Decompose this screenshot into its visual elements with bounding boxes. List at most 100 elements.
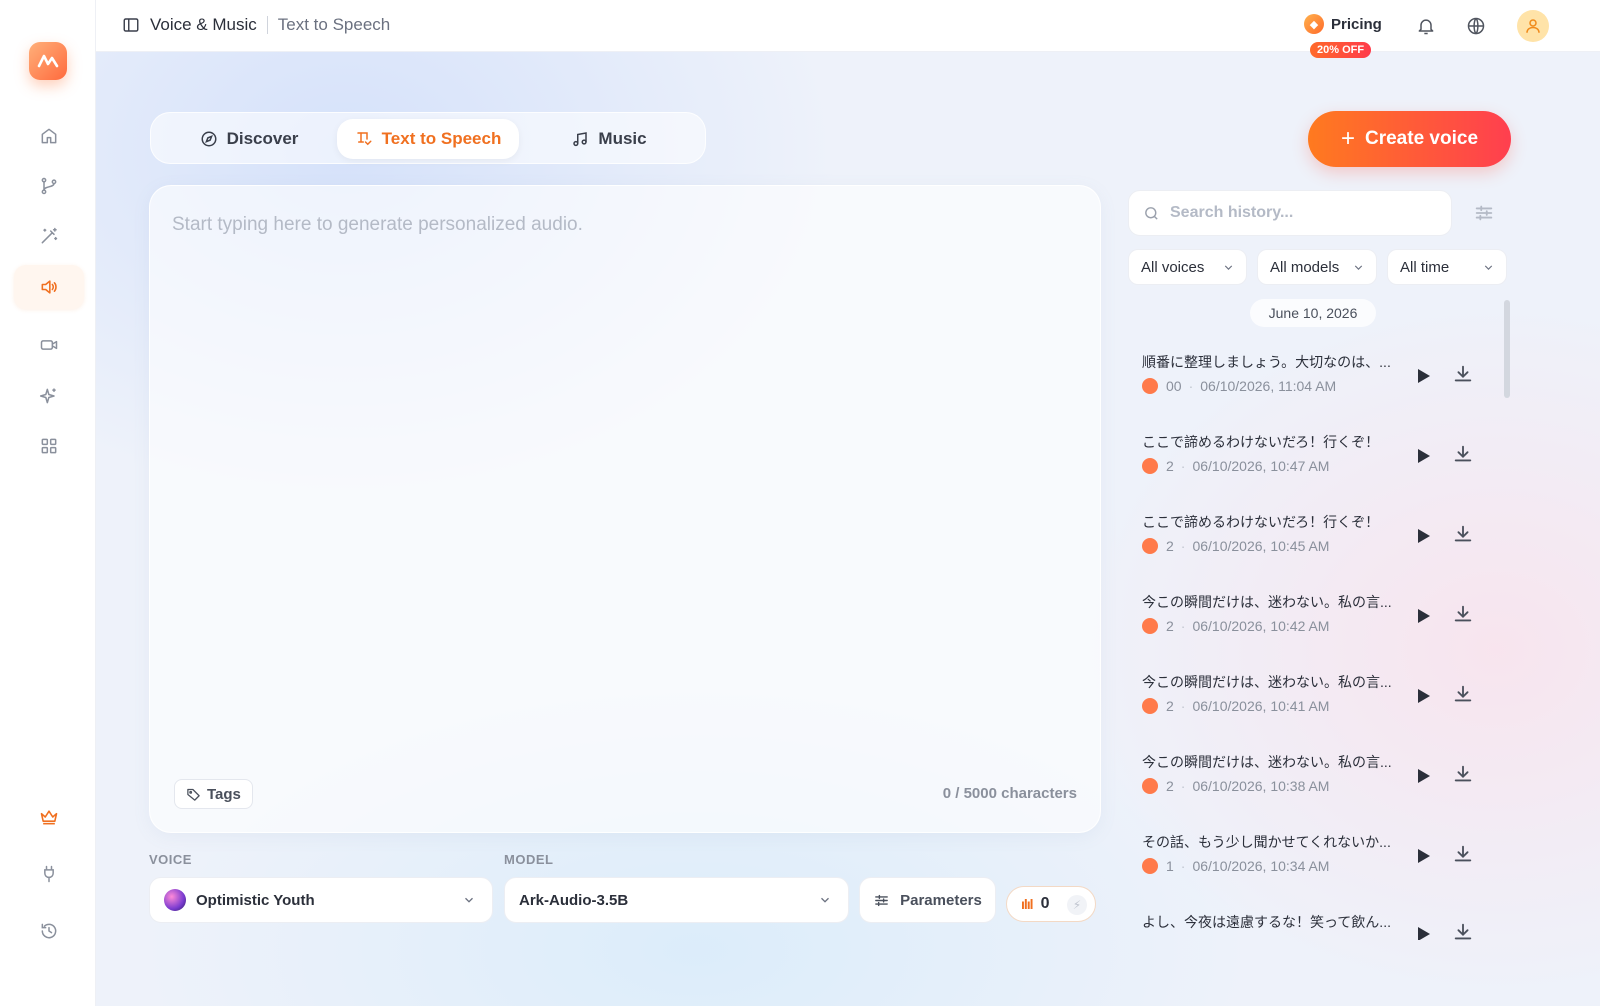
voice-dot [1142,698,1158,714]
character-count: 0 / 5000 characters [942,785,1077,802]
history-item[interactable]: ここで諦めるわけないだろ！行くぞ！ 2 · 06/10/2026, 10:47 … [1128,420,1508,500]
history-item-count: 1 [1166,858,1174,874]
play-icon[interactable] [1411,764,1435,788]
play-icon[interactable] [1411,922,1435,940]
model-select[interactable]: Ark-Audio-3.5B [504,877,849,923]
sidebar [0,0,96,1006]
history-item[interactable]: その話、もう少し聞かせてくれないか... 1 · 06/10/2026, 10:… [1128,820,1508,900]
sidebar-item-magic[interactable] [14,214,84,258]
voice-dot [1142,858,1158,874]
parameters-button[interactable]: Parameters [859,877,996,923]
history-item-meta: 1 · 06/10/2026, 10:34 AM [1142,858,1329,874]
date-group-label: June 10, 2026 [1250,299,1376,327]
history-item-text: 順番に整理しましょう。大切なのは、... [1142,354,1391,370]
generate-credits[interactable]: ılıl 0 ⚡ [1006,886,1096,922]
bell-icon [1418,19,1434,35]
voice-label: VOICE [149,852,192,867]
magic-wand-icon [41,227,58,244]
history-item-meta: 2 · 06/10/2026, 10:41 AM [1142,698,1329,714]
sidebar-item-premium[interactable] [14,795,84,839]
history-item-count: 2 [1166,618,1174,634]
sidebar-item-voice-music[interactable] [14,265,84,309]
play-icon[interactable] [1411,684,1435,708]
topbar: Voice & Music Text to Speech ◆ Pricing 2… [96,0,1600,58]
sidebar-item-workflows[interactable] [14,164,84,208]
filter-sliders-icon[interactable] [1473,202,1495,224]
voice-value: Optimistic Youth [196,891,315,909]
sidebar-item-integrations[interactable] [14,852,84,896]
history-item[interactable]: 今この瞬間だけは、迷わない。私の言... 2 · 06/10/2026, 10:… [1128,740,1508,820]
model-value: Ark-Audio-3.5B [519,891,629,909]
mode-tabs: Discover Text to Speech Music [150,112,706,164]
play-icon[interactable] [1411,444,1435,468]
sidebar-item-video[interactable] [14,323,84,367]
history-item[interactable]: 今この瞬間だけは、迷わない。私の言... 2 · 06/10/2026, 10:… [1128,660,1508,740]
download-icon[interactable] [1452,921,1474,940]
voice-dot [1142,458,1158,474]
play-icon[interactable] [1411,844,1435,868]
download-icon[interactable] [1452,763,1474,785]
search-icon [1145,206,1158,220]
filter-models[interactable]: All models [1257,249,1377,285]
sidebar-item-history[interactable] [14,909,84,953]
history-item-text: よし、今夜は遠慮するな！笑って飲ん... [1142,914,1391,930]
play-icon[interactable] [1411,604,1435,628]
sidebar-item-home[interactable] [14,114,84,158]
download-icon[interactable] [1452,363,1474,385]
history-search [1128,190,1452,236]
chevron-down-icon [821,897,829,903]
meta-separator: · [1180,618,1186,634]
user-avatar[interactable] [1517,10,1549,42]
download-icon[interactable] [1452,603,1474,625]
download-icon[interactable] [1452,843,1474,865]
sidebar-item-apps[interactable] [14,424,84,468]
text-input[interactable] [172,214,1072,754]
create-voice-button[interactable]: + Create voice [1308,111,1511,167]
video-icon [40,340,58,350]
voice-dot [1142,538,1158,554]
history-item-text: ここで諦めるわけないだろ！行くぞ！ [1142,514,1380,530]
filter-voices[interactable]: All voices [1128,249,1247,285]
meta-separator: · [1188,378,1194,394]
history-item[interactable]: 順番に整理しましょう。大切なのは、... 00 · 06/10/2026, 11… [1128,340,1508,420]
history-item[interactable]: よし、今夜は遠慮するな！笑って飲ん... [1128,900,1508,940]
history-item-meta: 2 · 06/10/2026, 10:42 AM [1142,618,1329,634]
history-item[interactable]: ここで諦めるわけないだろ！行くぞ！ 2 · 06/10/2026, 10:45 … [1128,500,1508,580]
tab-label: Text to Speech [381,129,502,148]
history-item-time: 06/10/2026, 10:41 AM [1192,698,1330,714]
download-icon[interactable] [1452,443,1474,465]
tab-discover[interactable]: Discover [163,119,335,159]
download-icon[interactable] [1452,523,1474,545]
voice-select[interactable]: Optimistic Youth [149,877,493,923]
play-icon[interactable] [1411,364,1435,388]
history-item-count: 2 [1166,698,1174,714]
history-item-count: 2 [1166,538,1174,554]
notifications-button[interactable] [1415,15,1437,37]
search-input[interactable] [1170,204,1440,222]
tags-label: Tags [207,785,241,803]
tags-button[interactable]: Tags [174,779,253,809]
breadcrumb-section[interactable]: Voice & Music [150,15,257,35]
language-button[interactable] [1465,15,1487,37]
music-note-icon [573,132,588,147]
sidebar-toggle-icon[interactable] [122,16,140,34]
play-icon[interactable] [1411,524,1435,548]
user-icon [1526,19,1540,33]
globe-icon [1467,17,1485,35]
speaker-icon [41,280,57,294]
text-speech-icon [356,132,372,146]
pricing-button[interactable]: ◆ Pricing [1304,14,1382,34]
sidebar-item-ai-tools[interactable] [14,374,84,418]
app-logo[interactable] [29,42,67,80]
tab-label: Discover [226,129,299,148]
history-item-time: 06/10/2026, 10:45 AM [1192,538,1330,554]
download-icon[interactable] [1452,683,1474,705]
tab-label: Music [598,129,647,148]
history-item-time: 06/10/2026, 10:47 AM [1192,458,1330,474]
filter-time[interactable]: All time [1387,249,1507,285]
tab-music[interactable]: Music [523,119,695,159]
tag-icon [187,788,200,801]
history-scrollbar-thumb[interactable] [1504,300,1510,398]
history-item[interactable]: 今この瞬間だけは、迷わない。私の言... 2 · 06/10/2026, 10:… [1128,580,1508,660]
tab-text-to-speech[interactable]: Text to Speech [337,119,519,159]
